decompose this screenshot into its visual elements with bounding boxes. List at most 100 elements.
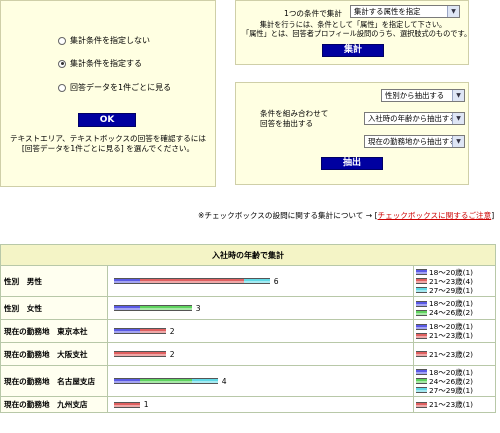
- filter-age-select-value: 入社時の年齢から抽出する: [368, 114, 457, 123]
- extract-button[interactable]: 抽出: [321, 157, 383, 170]
- filter-gender-select-value: 性別から抽出する: [385, 91, 445, 100]
- bar-total: 6: [273, 276, 279, 286]
- bar-total: 2: [169, 326, 175, 336]
- bar-segment: [243, 278, 270, 284]
- stacked-bar: [113, 378, 218, 384]
- legend-item: 24～26歳(2): [415, 308, 493, 317]
- radio-each-response[interactable]: [58, 83, 66, 92]
- combined-condition-panel: 条件を組み合わせて 回答を抽出する 性別から抽出する ▼ 入社時の年齢から抽出す…: [235, 82, 469, 185]
- legend-swatch: [415, 278, 427, 284]
- bar-segment: [139, 305, 192, 311]
- legend-label: 21～23歳(4): [428, 276, 474, 286]
- table-row: 現在の勤務地 名古屋支店 4 18～20歳(1) 24～26歳(2) 27～29歳(1): [0, 365, 497, 397]
- legend-item: 21～23歳(2): [415, 349, 493, 359]
- legend-swatch: [415, 332, 427, 339]
- legend-swatch: [415, 378, 427, 384]
- table-row: 性別 男性 6 18～20歳(1) 21～23歳(4) 27～29歳(1): [0, 265, 497, 297]
- legend-label: 18～20歳(1): [428, 367, 474, 377]
- legend-label: 18～20歳(1): [428, 267, 474, 277]
- bar-cell: 4: [106, 365, 414, 397]
- bar-total: 3: [195, 303, 201, 313]
- filter-gender-select[interactable]: 性別から抽出する ▼: [381, 89, 465, 102]
- filter-location-select[interactable]: 現在の勤務地から抽出する ▼: [364, 135, 465, 148]
- stacked-bar: [113, 328, 166, 334]
- legend-label: 27～29歳(1): [428, 385, 474, 395]
- legend-item: 27～29歳(1): [415, 286, 493, 295]
- aggregate-button[interactable]: 集計: [322, 44, 384, 57]
- bar-total: 2: [169, 349, 175, 359]
- option-with-condition-label: 集計条件を指定する: [70, 59, 142, 68]
- row-label: 現在の勤務地 大阪支社: [0, 342, 108, 366]
- legend-item: 21～23歳(1): [415, 331, 493, 340]
- legend-item: 21～23歳(1): [415, 400, 493, 409]
- chevron-down-icon: ▼: [452, 90, 464, 101]
- table-row: 性別 女性 3 18～20歳(1) 24～26歳(2): [0, 296, 497, 320]
- checkbox-caution-link[interactable]: チェックボックスに関するご注意: [378, 211, 492, 220]
- bar-cell: 3: [106, 296, 414, 320]
- legend-label: 21～23歳(1): [428, 331, 474, 340]
- aggregation-mode-panel: 集計条件を指定しない 集計条件を指定する 回答データを1件ごとに見る OK テキ…: [0, 0, 216, 187]
- row-legend: 18～20歳(1) 21～23歳(1): [412, 319, 497, 343]
- legend-label: 24～26歳(2): [428, 376, 474, 386]
- ok-button[interactable]: OK: [78, 113, 136, 127]
- combined-condition-label-line2: 回答を抽出する: [260, 119, 314, 128]
- radio-with-condition[interactable]: [58, 59, 66, 68]
- legend-label: 24～26歳(2): [428, 308, 474, 317]
- filter-age-select[interactable]: 入社時の年齢から抽出する ▼: [364, 112, 465, 125]
- bar-total: 1: [143, 400, 149, 409]
- option-no-condition[interactable]: 集計条件を指定しない: [58, 35, 150, 46]
- bar-cell: 2: [106, 319, 414, 343]
- filter-location-select-value: 現在の勤務地から抽出する: [368, 137, 457, 146]
- legend-swatch: [415, 323, 427, 330]
- text-answer-note-line2: [回答データを1件ごとに見る] を選んでください。: [21, 144, 195, 153]
- legend-item: 18～20歳(1): [415, 299, 493, 308]
- row-legend: 21～23歳(2): [412, 342, 497, 366]
- legend-label: 18～20歳(1): [428, 322, 474, 331]
- stacked-bar: [113, 351, 166, 357]
- legend-item: 18～20歳(1): [415, 322, 493, 331]
- table-row: 現在の勤務地 九州支店 1 21～23歳(1): [0, 396, 497, 413]
- checkbox-note-close: ]: [491, 211, 495, 220]
- option-no-condition-label: 集計条件を指定しない: [70, 36, 150, 45]
- legend-swatch: [415, 369, 427, 375]
- legend-swatch: [415, 300, 427, 307]
- chevron-down-icon: ▼: [452, 136, 464, 147]
- row-legend: 18～20歳(1) 24～26歳(2) 27～29歳(1): [412, 365, 497, 397]
- stacked-bar: [113, 401, 140, 408]
- legend-label: 21～23歳(2): [428, 349, 474, 359]
- legend-swatch: [415, 269, 427, 275]
- legend-item: 18～20歳(1): [415, 367, 493, 377]
- row-legend: 18～20歳(1) 21～23歳(4) 27～29歳(1): [412, 265, 497, 297]
- bar-segment: [113, 278, 140, 284]
- row-label: 性別 女性: [0, 296, 108, 320]
- legend-swatch: [415, 401, 427, 408]
- single-condition-panel: 1つの条件で集計 集計する属性を指定 ▼ 集計を行うには、条件として「属性」を指…: [235, 0, 471, 65]
- radio-no-condition[interactable]: [58, 36, 66, 45]
- text-answer-note: テキストエリア、テキストボックスの回答を確認するには [回答データを1件ごとに見…: [1, 134, 215, 154]
- bar-total: 4: [221, 376, 227, 386]
- checkbox-note-text: ※チェックボックスの設問に関する集計について → [: [198, 211, 378, 220]
- bar-segment: [191, 378, 218, 384]
- legend-label: 18～20歳(1): [428, 299, 474, 308]
- attribute-select[interactable]: 集計する属性を指定 ▼: [350, 5, 460, 18]
- option-each-response-label: 回答データを1件ごとに見る: [70, 83, 172, 92]
- bar-segment: [139, 328, 166, 334]
- checkbox-note: ※チェックボックスの設問に関する集計について → [チェックボックスに関するご注…: [198, 210, 494, 221]
- legend-label: 21～23歳(1): [428, 400, 474, 409]
- single-condition-note: 集計を行うには、条件として「属性」を指定して下さい。 「属性」とは、回答者プロフ…: [242, 20, 471, 38]
- option-with-condition[interactable]: 集計条件を指定する: [58, 58, 142, 69]
- option-each-response[interactable]: 回答データを1件ごとに見る: [58, 82, 171, 93]
- legend-swatch: [415, 387, 427, 393]
- legend-item: 27～29歳(1): [415, 385, 493, 395]
- bar-segment: [139, 378, 192, 384]
- legend-item: 21～23歳(4): [415, 276, 493, 286]
- table-row: 現在の勤務地 大阪支社 2 21～23歳(2): [0, 342, 497, 366]
- combined-condition-label-line1: 条件を組み合わせて: [260, 109, 329, 118]
- bar-segment: [113, 328, 140, 334]
- text-answer-note-line1: テキストエリア、テキストボックスの回答を確認するには: [10, 134, 206, 143]
- stacked-bar: [113, 305, 192, 311]
- chevron-down-icon: ▼: [447, 6, 459, 17]
- chevron-down-icon: ▼: [452, 113, 464, 124]
- bar-segment: [113, 378, 140, 384]
- bar-cell: 1: [106, 396, 414, 413]
